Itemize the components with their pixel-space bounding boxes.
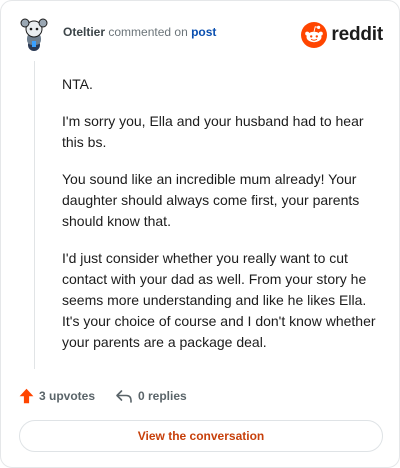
reply-arrow-icon	[116, 390, 132, 403]
comment-body: NTA. I'm sorry you, Ella and your husban…	[62, 74, 382, 369]
upvote-arrow-icon	[19, 388, 34, 404]
comment-card: Oteltier commented on post reddit NTA. I…	[0, 0, 400, 468]
comment-paragraph: You sound like an incredible mum already…	[62, 171, 360, 229]
upvotes-button[interactable]: 3 upvotes	[19, 387, 95, 405]
username[interactable]: Oteltier	[63, 25, 105, 39]
comment-meta: Oteltier commented on post	[63, 25, 216, 39]
view-conversation-button[interactable]: View the conversation	[19, 420, 383, 452]
comment-paragraph: I'd just consider whether you really wan…	[62, 250, 376, 350]
reddit-logo[interactable]: reddit	[301, 21, 383, 49]
snoo-avatar-icon[interactable]	[17, 17, 51, 51]
reddit-wordmark: reddit	[331, 24, 383, 45]
upvote-count: 3 upvotes	[39, 389, 96, 403]
post-link[interactable]: post	[191, 25, 216, 39]
comment-header: Oteltier commented on post reddit	[17, 15, 383, 55]
replies-button[interactable]: 0 replies	[115, 387, 187, 405]
comment-paragraph: I'm sorry you, Ella and your husband had…	[62, 113, 364, 150]
thread-line	[34, 61, 35, 369]
comment-paragraph: NTA.	[62, 76, 93, 92]
action-text: commented on	[108, 25, 188, 39]
comment-actions: 3 upvotes 0 replies	[19, 387, 379, 407]
reply-count: 0 replies	[138, 389, 187, 403]
reddit-snoo-icon	[301, 22, 328, 48]
